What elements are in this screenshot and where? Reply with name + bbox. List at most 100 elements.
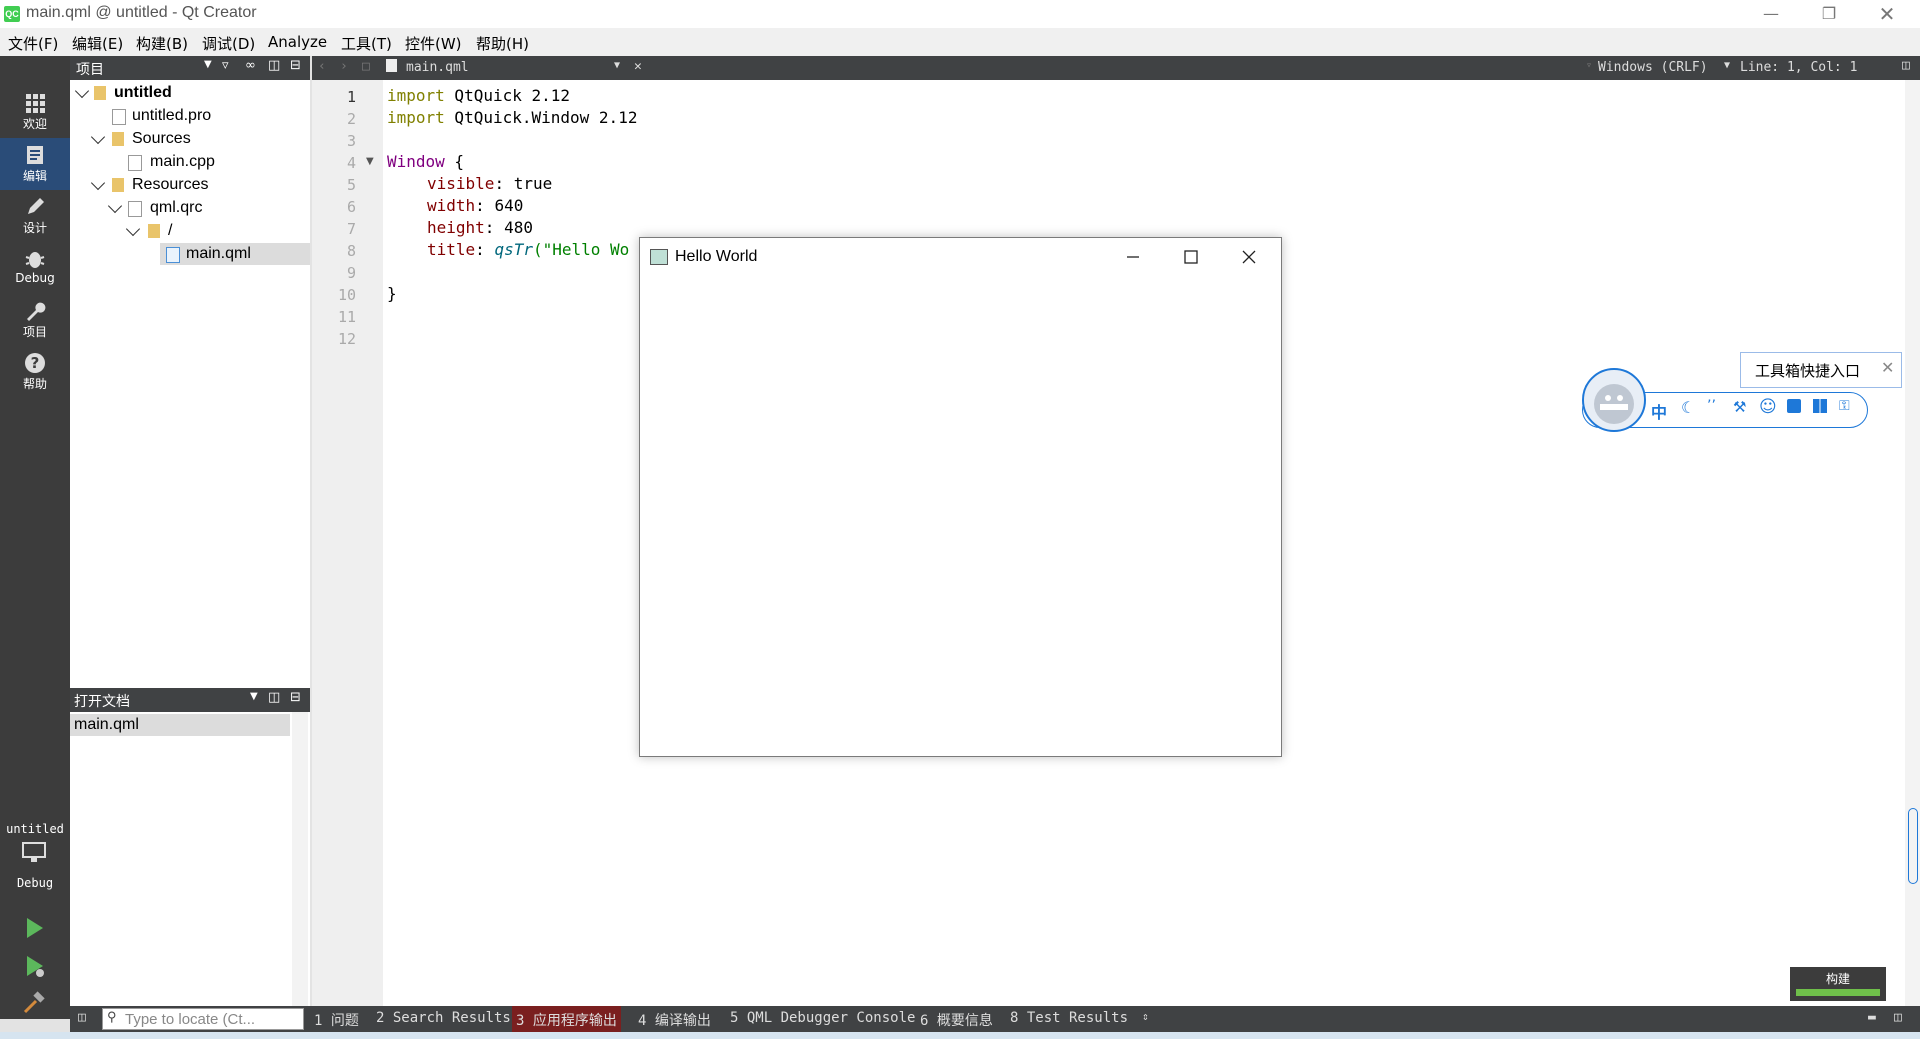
tree-label: qml.qrc bbox=[150, 199, 203, 216]
maximize-icon[interactable] bbox=[1182, 248, 1200, 266]
mode-design[interactable]: 设计 bbox=[0, 190, 70, 242]
open-docs-scrollbar[interactable] bbox=[292, 712, 308, 1006]
run-icon[interactable] bbox=[24, 916, 46, 940]
chevron-down-icon[interactable] bbox=[125, 221, 141, 237]
menu-tools[interactable]: 工具(T) bbox=[341, 33, 392, 54]
chevron-updown-icon[interactable]: ⇕ bbox=[1142, 1010, 1149, 1023]
split-icon[interactable]: ◫ bbox=[1902, 58, 1910, 73]
close-panel-icon[interactable]: ⊟ bbox=[290, 58, 301, 73]
chevron-down-icon[interactable]: ▼ bbox=[1724, 60, 1730, 71]
editor-toolbar: ‹ › □ main.qml ▼ ✕ ▿ Windows (CRLF) ▼ Li… bbox=[312, 56, 1920, 80]
menu-debug[interactable]: 调试(D) bbox=[202, 33, 255, 54]
debug-run-icon[interactable] bbox=[24, 954, 46, 978]
qrc-file-icon bbox=[128, 201, 142, 217]
fold-arrow-icon[interactable]: ▼ bbox=[366, 156, 374, 167]
minimize-icon[interactable] bbox=[1124, 248, 1142, 266]
ime-language-toggle[interactable]: 中 bbox=[1651, 399, 1667, 423]
build-progress-fill bbox=[1796, 989, 1880, 996]
menu-help[interactable]: 帮助(H) bbox=[476, 33, 529, 54]
editor-scrollbar[interactable] bbox=[1905, 80, 1920, 1006]
open-doc-item[interactable]: main.qml bbox=[70, 714, 290, 736]
filter-icon[interactable]: ▿ bbox=[222, 58, 229, 73]
moon-icon[interactable]: ☾ bbox=[1681, 398, 1695, 417]
locator-input[interactable]: ⚲ Type to locate (Ct... bbox=[102, 1008, 304, 1030]
mode-welcome[interactable]: 欢迎 bbox=[0, 86, 70, 138]
mode-label: 编辑 bbox=[22, 169, 47, 183]
tree-item-main-qml[interactable]: main.qml bbox=[160, 243, 310, 265]
split-icon[interactable]: ◫ bbox=[268, 690, 280, 705]
scroll-handle[interactable] bbox=[1908, 808, 1918, 884]
build-hammer-icon[interactable] bbox=[22, 991, 46, 1015]
pane-general-messages[interactable]: 6 概要信息 bbox=[920, 1010, 993, 1030]
split-icon[interactable]: ◫ bbox=[268, 58, 280, 73]
mode-edit[interactable]: 编辑 bbox=[0, 138, 70, 190]
tree-item-untitled[interactable]: untitled bbox=[70, 82, 310, 104]
pane-qml-debugger-console[interactable]: 5 QML Debugger Console bbox=[730, 1010, 915, 1026]
skin-icon[interactable] bbox=[1787, 399, 1801, 413]
menu-controls[interactable]: 控件(W) bbox=[405, 33, 462, 54]
cpp-file-icon bbox=[128, 155, 142, 171]
monitor-icon[interactable] bbox=[22, 842, 48, 864]
right-sidebar-toggle-icon[interactable]: ◫ bbox=[1894, 1010, 1902, 1025]
punctuation-icon[interactable]: ’’ bbox=[1707, 398, 1716, 414]
emoji-icon[interactable]: ☺ bbox=[1759, 397, 1777, 417]
mode-label: 帮助 bbox=[22, 377, 47, 391]
tree-item-qml-qrc[interactable]: qml.qrc bbox=[70, 197, 310, 219]
pane-issues[interactable]: 1 问题 bbox=[314, 1010, 359, 1030]
close-icon[interactable]: ✕ bbox=[1881, 358, 1894, 377]
mode-help[interactable]: ? 帮助 bbox=[0, 346, 70, 398]
chevron-down-icon[interactable] bbox=[74, 83, 90, 99]
close-button[interactable]: ✕ bbox=[1858, 0, 1916, 28]
chevron-down-icon[interactable] bbox=[90, 175, 106, 191]
line-number: 7 bbox=[346, 220, 356, 238]
close-document-icon[interactable]: ✕ bbox=[634, 59, 642, 74]
mode-label: Debug bbox=[15, 271, 55, 285]
pane-test-results[interactable]: 8 Test Results bbox=[1010, 1010, 1128, 1026]
progress-toggle-icon[interactable]: ▬ bbox=[1868, 1010, 1876, 1025]
mode-projects[interactable]: 项目 bbox=[0, 294, 70, 346]
menu-file[interactable]: 文件(F) bbox=[8, 33, 58, 54]
wrench-icon[interactable]: ⚒ bbox=[1733, 398, 1746, 416]
pane-search-results[interactable]: 2 Search Results bbox=[376, 1010, 511, 1026]
open-documents-title[interactable]: 打开文档 bbox=[74, 691, 130, 711]
chevron-down-icon[interactable] bbox=[107, 198, 123, 214]
current-file-name[interactable]: main.qml bbox=[406, 60, 469, 75]
hello-world-window[interactable]: Hello World bbox=[639, 237, 1282, 757]
back-icon[interactable]: ‹ bbox=[318, 59, 326, 74]
minimize-button[interactable]: — bbox=[1742, 0, 1800, 28]
cursor-position[interactable]: Line: 1, Col: 1 bbox=[1740, 60, 1857, 75]
code-text: QtQuick 2.12 bbox=[444, 86, 571, 105]
chevron-down-icon[interactable]: ▼ bbox=[204, 59, 212, 70]
chevron-down-icon[interactable]: ▼ bbox=[250, 691, 258, 702]
mode-debug[interactable]: Debug bbox=[0, 242, 70, 294]
tree-label: main.qml bbox=[186, 245, 251, 262]
forward-icon[interactable]: › bbox=[340, 59, 348, 74]
projects-view-selector[interactable]: 项目 bbox=[76, 59, 104, 79]
tree-item-root-prefix[interactable]: / bbox=[70, 220, 310, 242]
pane-compile-output[interactable]: 4 编译输出 bbox=[638, 1010, 711, 1030]
menu-edit[interactable]: 编辑(E) bbox=[72, 33, 123, 54]
tree-item-resources[interactable]: Resources bbox=[70, 174, 310, 196]
open-documents-list: main.qml bbox=[70, 712, 310, 1006]
mode-label: 欢迎 bbox=[22, 117, 47, 131]
menu-analyze[interactable]: Analyze bbox=[268, 33, 327, 51]
tree-item-sources[interactable]: Sources bbox=[70, 128, 310, 150]
close-panel-icon[interactable]: ⊟ bbox=[290, 690, 301, 705]
chevron-down-icon[interactable]: ▼ bbox=[614, 60, 620, 71]
line-number: 11 bbox=[337, 308, 356, 326]
build-progress[interactable]: 构建 bbox=[1790, 967, 1886, 1001]
pane-application-output[interactable]: 3 应用程序输出 bbox=[512, 1006, 621, 1033]
ime-avatar-icon[interactable] bbox=[1582, 368, 1646, 432]
grid-icon bbox=[26, 94, 45, 113]
restore-button[interactable]: ❐ bbox=[1800, 0, 1858, 28]
line-ending-selector[interactable]: Windows (CRLF) bbox=[1588, 60, 1708, 75]
close-icon[interactable] bbox=[1240, 248, 1258, 266]
lock-icon[interactable]: ⚿ bbox=[1839, 398, 1850, 414]
tree-item-main-cpp[interactable]: main.cpp bbox=[70, 151, 310, 173]
chevron-down-icon[interactable] bbox=[90, 129, 106, 145]
tree-item-untitled-pro[interactable]: untitled.pro bbox=[70, 105, 310, 127]
sidebar-toggle-icon[interactable]: ◫ bbox=[78, 1010, 86, 1025]
menu-build[interactable]: 构建(B) bbox=[136, 33, 188, 54]
apps-icon[interactable] bbox=[1813, 399, 1827, 413]
link-icon[interactable]: ∞ bbox=[245, 58, 256, 73]
